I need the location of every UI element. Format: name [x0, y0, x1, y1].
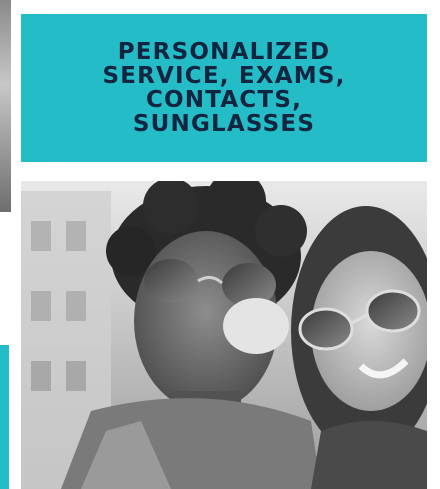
people-photo-icon	[21, 181, 427, 489]
left-edge-photo-fragment	[0, 0, 11, 212]
sunglasses-photo	[21, 181, 427, 489]
left-edge-accent-panel	[0, 345, 9, 489]
banner-title: PERSONALIZED SERVICE, EXAMS, CONTACTS, S…	[102, 39, 346, 137]
services-banner: PERSONALIZED SERVICE, EXAMS, CONTACTS, S…	[21, 14, 427, 162]
